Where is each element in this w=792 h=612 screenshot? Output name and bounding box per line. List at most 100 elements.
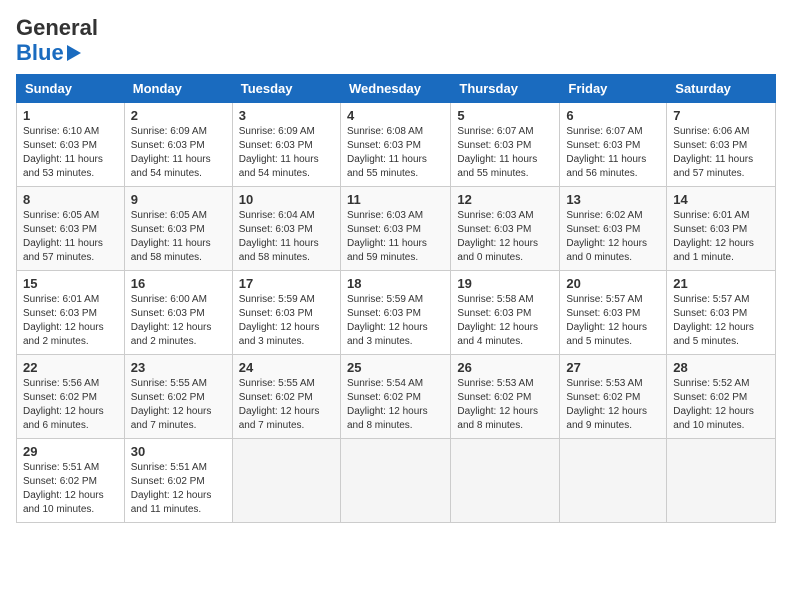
logo-arrow-icon <box>67 45 81 61</box>
day-info: Sunrise: 5:56 AM Sunset: 6:02 PM Dayligh… <box>23 377 118 433</box>
calendar-cell: 11 Sunrise: 6:03 AM Sunset: 6:03 PM Dayli… <box>340 187 450 271</box>
calendar-cell: 14 Sunrise: 6:01 AM Sunset: 6:03 PM Dayli… <box>667 187 776 271</box>
column-header-thursday: Thursday <box>451 75 560 103</box>
calendar-cell: 6 Sunrise: 6:07 AM Sunset: 6:03 PM Daylig… <box>560 103 667 187</box>
day-info: Sunrise: 6:01 AM Sunset: 6:03 PM Dayligh… <box>673 209 769 265</box>
day-info: Sunrise: 5:53 AM Sunset: 6:02 PM Dayligh… <box>457 377 553 433</box>
day-info: Sunrise: 5:53 AM Sunset: 6:02 PM Dayligh… <box>566 377 660 433</box>
calendar-table: SundayMondayTuesdayWednesdayThursdayFrid… <box>16 74 776 523</box>
day-number: 9 <box>131 192 226 207</box>
calendar-cell: 9 Sunrise: 6:05 AM Sunset: 6:03 PM Daylig… <box>124 187 232 271</box>
day-info: Sunrise: 6:05 AM Sunset: 6:03 PM Dayligh… <box>23 209 118 265</box>
day-info: Sunrise: 5:57 AM Sunset: 6:03 PM Dayligh… <box>673 293 769 349</box>
calendar-cell: 2Sunrise: 6:09 AM Sunset: 6:03 PM Daylig… <box>124 103 232 187</box>
day-info: Sunrise: 6:09 AM Sunset: 6:03 PM Dayligh… <box>239 125 334 181</box>
column-header-friday: Friday <box>560 75 667 103</box>
day-number: 20 <box>566 276 660 291</box>
day-number: 23 <box>131 360 226 375</box>
day-info: Sunrise: 6:03 AM Sunset: 6:03 PM Dayligh… <box>457 209 553 265</box>
calendar-cell: 20 Sunrise: 5:57 AM Sunset: 6:03 PM Dayli… <box>560 271 667 355</box>
day-info: Sunrise: 6:06 AM Sunset: 6:03 PM Dayligh… <box>673 125 769 181</box>
logo: General Blue <box>16 16 98 66</box>
day-number: 30 <box>131 444 226 459</box>
calendar-cell: 7 Sunrise: 6:06 AM Sunset: 6:03 PM Daylig… <box>667 103 776 187</box>
calendar-week-row: 22 Sunrise: 5:56 AM Sunset: 6:02 PM Dayli… <box>17 355 776 439</box>
day-number: 16 <box>131 276 226 291</box>
calendar-cell: 1Sunrise: 6:10 AM Sunset: 6:03 PM Daylig… <box>17 103 125 187</box>
page-header: General Blue <box>16 16 776 66</box>
calendar-cell <box>232 439 340 523</box>
day-info: Sunrise: 6:03 AM Sunset: 6:03 PM Dayligh… <box>347 209 444 265</box>
day-number: 25 <box>347 360 444 375</box>
column-header-wednesday: Wednesday <box>340 75 450 103</box>
day-number: 22 <box>23 360 118 375</box>
day-number: 7 <box>673 108 769 123</box>
day-number: 8 <box>23 192 118 207</box>
calendar-cell: 12 Sunrise: 6:03 AM Sunset: 6:03 PM Dayli… <box>451 187 560 271</box>
day-number: 11 <box>347 192 444 207</box>
day-number: 6 <box>566 108 660 123</box>
day-number: 21 <box>673 276 769 291</box>
day-info: Sunrise: 5:51 AM Sunset: 6:02 PM Dayligh… <box>23 461 118 517</box>
calendar-cell <box>560 439 667 523</box>
day-info: Sunrise: 6:04 AM Sunset: 6:03 PM Dayligh… <box>239 209 334 265</box>
column-header-monday: Monday <box>124 75 232 103</box>
logo-blue: Blue <box>16 40 64 66</box>
column-header-sunday: Sunday <box>17 75 125 103</box>
day-info: Sunrise: 6:02 AM Sunset: 6:03 PM Dayligh… <box>566 209 660 265</box>
calendar-week-row: 1Sunrise: 6:10 AM Sunset: 6:03 PM Daylig… <box>17 103 776 187</box>
calendar-cell: 28Sunrise: 5:52 AM Sunset: 6:02 PM Dayli… <box>667 355 776 439</box>
day-info: Sunrise: 5:51 AM Sunset: 6:02 PM Dayligh… <box>131 461 226 517</box>
day-info: Sunrise: 5:59 AM Sunset: 6:03 PM Dayligh… <box>347 293 444 349</box>
calendar-cell: 3 Sunrise: 6:09 AM Sunset: 6:03 PM Daylig… <box>232 103 340 187</box>
calendar-cell: 10 Sunrise: 6:04 AM Sunset: 6:03 PM Dayli… <box>232 187 340 271</box>
calendar-cell: 16 Sunrise: 6:00 AM Sunset: 6:03 PM Dayli… <box>124 271 232 355</box>
calendar-cell: 17 Sunrise: 5:59 AM Sunset: 6:03 PM Dayli… <box>232 271 340 355</box>
calendar-cell: 30 Sunrise: 5:51 AM Sunset: 6:02 PM Dayli… <box>124 439 232 523</box>
day-info: Sunrise: 5:54 AM Sunset: 6:02 PM Dayligh… <box>347 377 444 433</box>
day-info: Sunrise: 6:09 AM Sunset: 6:03 PM Dayligh… <box>131 125 226 181</box>
day-info: Sunrise: 5:58 AM Sunset: 6:03 PM Dayligh… <box>457 293 553 349</box>
day-info: Sunrise: 6:08 AM Sunset: 6:03 PM Dayligh… <box>347 125 444 181</box>
day-info: Sunrise: 5:59 AM Sunset: 6:03 PM Dayligh… <box>239 293 334 349</box>
calendar-cell: 25 Sunrise: 5:54 AM Sunset: 6:02 PM Dayli… <box>340 355 450 439</box>
day-info: Sunrise: 6:00 AM Sunset: 6:03 PM Dayligh… <box>131 293 226 349</box>
logo-general: General <box>16 15 98 40</box>
calendar-cell: 8 Sunrise: 6:05 AM Sunset: 6:03 PM Daylig… <box>17 187 125 271</box>
day-number: 19 <box>457 276 553 291</box>
calendar-cell: 21 Sunrise: 5:57 AM Sunset: 6:03 PM Dayli… <box>667 271 776 355</box>
calendar-cell <box>451 439 560 523</box>
day-number: 14 <box>673 192 769 207</box>
calendar-week-row: 29 Sunrise: 5:51 AM Sunset: 6:02 PM Dayli… <box>17 439 776 523</box>
day-info: Sunrise: 6:05 AM Sunset: 6:03 PM Dayligh… <box>131 209 226 265</box>
calendar-header-row: SundayMondayTuesdayWednesdayThursdayFrid… <box>17 75 776 103</box>
day-number: 10 <box>239 192 334 207</box>
day-info: Sunrise: 6:07 AM Sunset: 6:03 PM Dayligh… <box>566 125 660 181</box>
day-info: Sunrise: 5:55 AM Sunset: 6:02 PM Dayligh… <box>131 377 226 433</box>
calendar-cell: 26Sunrise: 5:53 AM Sunset: 6:02 PM Dayli… <box>451 355 560 439</box>
day-number: 12 <box>457 192 553 207</box>
day-info: Sunrise: 5:57 AM Sunset: 6:03 PM Dayligh… <box>566 293 660 349</box>
calendar-cell: 5 Sunrise: 6:07 AM Sunset: 6:03 PM Daylig… <box>451 103 560 187</box>
calendar-week-row: 8 Sunrise: 6:05 AM Sunset: 6:03 PM Daylig… <box>17 187 776 271</box>
day-number: 3 <box>239 108 334 123</box>
day-number: 13 <box>566 192 660 207</box>
day-info: Sunrise: 6:07 AM Sunset: 6:03 PM Dayligh… <box>457 125 553 181</box>
calendar-cell: 27Sunrise: 5:53 AM Sunset: 6:02 PM Dayli… <box>560 355 667 439</box>
calendar-cell: 4 Sunrise: 6:08 AM Sunset: 6:03 PM Daylig… <box>340 103 450 187</box>
calendar-cell: 13 Sunrise: 6:02 AM Sunset: 6:03 PM Dayli… <box>560 187 667 271</box>
day-number: 24 <box>239 360 334 375</box>
day-info: Sunrise: 5:52 AM Sunset: 6:02 PM Dayligh… <box>673 377 769 433</box>
day-info: Sunrise: 6:10 AM Sunset: 6:03 PM Dayligh… <box>23 125 118 181</box>
day-info: Sunrise: 6:01 AM Sunset: 6:03 PM Dayligh… <box>23 293 118 349</box>
day-number: 18 <box>347 276 444 291</box>
day-number: 17 <box>239 276 334 291</box>
calendar-week-row: 15 Sunrise: 6:01 AM Sunset: 6:03 PM Dayli… <box>17 271 776 355</box>
day-number: 29 <box>23 444 118 459</box>
calendar-cell: 23 Sunrise: 5:55 AM Sunset: 6:02 PM Dayli… <box>124 355 232 439</box>
day-number: 15 <box>23 276 118 291</box>
calendar-cell: 15 Sunrise: 6:01 AM Sunset: 6:03 PM Dayli… <box>17 271 125 355</box>
day-number: 4 <box>347 108 444 123</box>
day-number: 5 <box>457 108 553 123</box>
calendar-cell <box>340 439 450 523</box>
